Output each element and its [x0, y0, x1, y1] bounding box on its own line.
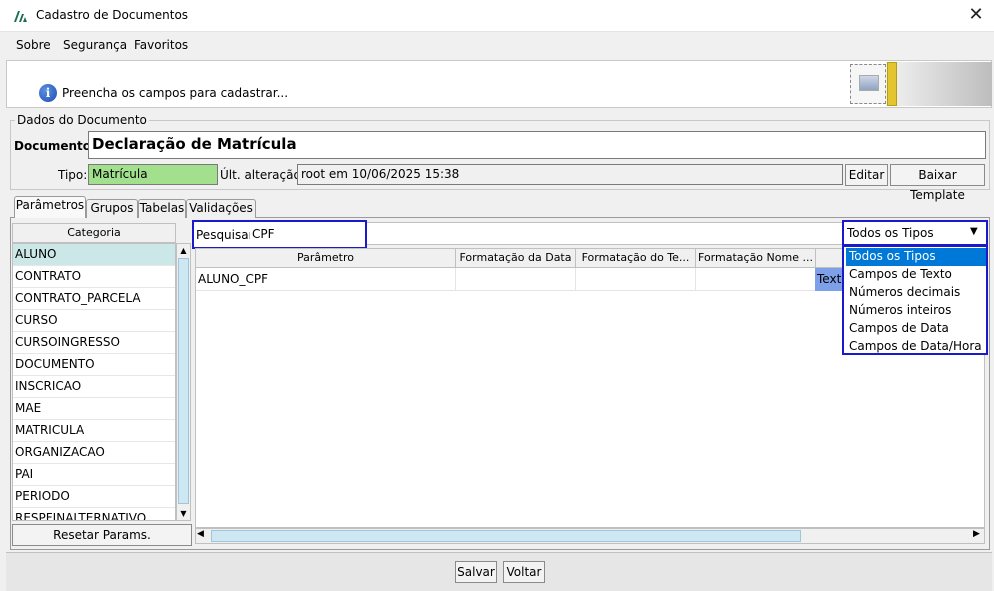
documento-name-field[interactable]: Declaração de Matrícula — [88, 131, 986, 159]
ultima-alteracao-label: Últ. alteração: — [220, 168, 305, 182]
cell-formatacao-nome[interactable] — [696, 268, 816, 291]
col-formatacao-nome[interactable]: Formatação Nome ... — [696, 249, 816, 268]
dropdown-arrow-icon[interactable]: ▼ — [970, 226, 978, 237]
documento-label: Documento: — [14, 139, 96, 153]
list-item[interactable]: PAI — [13, 464, 175, 486]
cell-formatacao-data[interactable] — [456, 268, 576, 291]
type-option[interactable]: Números inteiros — [846, 302, 986, 320]
list-item[interactable]: CONTRATO — [13, 266, 175, 288]
tab-validacoes[interactable]: Validações — [186, 199, 256, 218]
tab-grupos[interactable]: Grupos — [86, 199, 138, 218]
search-input[interactable] — [250, 224, 364, 244]
categoria-header[interactable]: Categoria — [12, 223, 176, 243]
col-formatacao-data[interactable]: Formatação da Data — [456, 249, 576, 268]
banner-message: Preencha os campos para cadastrar... — [62, 86, 289, 100]
list-item[interactable]: CURSO — [13, 310, 175, 332]
menu-seguranca[interactable]: Segurança — [63, 38, 127, 52]
type-filter-select[interactable]: Todos os Tipos — [842, 220, 988, 246]
window-title: Cadastro de Documentos — [36, 8, 189, 22]
list-item[interactable]: CONTRATO_PARCELA — [13, 288, 175, 310]
categoria-list[interactable]: ALUNO CONTRATO CONTRATO_PARCELA CURSO CU… — [12, 243, 176, 521]
search-bar-area — [367, 222, 843, 245]
close-icon[interactable]: ✕ — [962, 4, 990, 28]
categoria-scroll-thumb[interactable] — [178, 258, 189, 504]
resetar-params-button[interactable]: Resetar Params. — [12, 524, 192, 546]
ultima-alteracao-field: root em 10/06/2025 15:38 — [297, 164, 843, 185]
list-item[interactable]: RESPFINALTERNATIVO — [13, 508, 175, 520]
info-icon: i — [39, 84, 57, 102]
type-option[interactable]: Números decimais — [846, 284, 986, 302]
scroll-left-icon[interactable]: ◀ — [197, 529, 204, 539]
baixar-template-button[interactable]: Baixar Template — [890, 164, 985, 202]
status-bar-indicator — [887, 62, 897, 106]
type-option[interactable]: Campos de Texto — [846, 266, 986, 284]
scroll-right-icon[interactable]: ▶ — [973, 529, 980, 539]
type-option[interactable]: Campos de Data/Hora — [846, 338, 986, 356]
list-item[interactable]: DOCUMENTO — [13, 354, 175, 376]
grid-scroll-thumb[interactable] — [211, 530, 801, 542]
search-label: Pesquisar: — [196, 228, 258, 242]
list-item[interactable]: MATRICULA — [13, 420, 175, 442]
voltar-button[interactable]: Voltar — [503, 561, 545, 583]
salvar-button[interactable]: Salvar — [455, 561, 497, 583]
scroll-down-icon[interactable]: ▼ — [177, 507, 190, 520]
info-banner — [6, 60, 992, 108]
type-filter-options[interactable]: Todos os Tipos Campos de Texto Números d… — [842, 245, 988, 355]
tab-tabelas[interactable]: Tabelas — [138, 199, 186, 218]
banner-gradient — [886, 62, 992, 106]
editar-button[interactable]: Editar — [845, 164, 888, 186]
type-option[interactable]: Todos os Tipos — [846, 248, 986, 266]
type-option[interactable]: Campos de Data — [846, 320, 986, 338]
list-item[interactable]: INSCRICAO — [13, 376, 175, 398]
col-formatacao-texto[interactable]: Formatação do Te... — [576, 249, 696, 268]
scroll-up-icon[interactable]: ▲ — [177, 244, 190, 257]
list-item[interactable]: ALUNO — [13, 244, 175, 266]
cell-tipo[interactable]: Texto — [815, 268, 849, 291]
menu-favoritos[interactable]: Favoritos — [134, 38, 188, 52]
menu-sobre[interactable]: Sobre — [16, 38, 51, 52]
cell-formatacao-texto[interactable] — [576, 268, 696, 291]
dados-group-title: Dados do Documento — [15, 113, 149, 127]
col-parametro[interactable]: Parâmetro — [196, 249, 456, 268]
footer-bar — [6, 552, 992, 591]
image-thumbnail-icon — [859, 75, 879, 91]
list-item[interactable]: MAE — [13, 398, 175, 420]
list-item[interactable]: CURSOINGRESSO — [13, 332, 175, 354]
tipo-label: Tipo: — [58, 168, 88, 182]
tab-parametros[interactable]: Parâmetros — [14, 196, 86, 218]
app-logo-icon — [12, 8, 28, 24]
list-item[interactable]: PERIODO — [13, 486, 175, 508]
tipo-field[interactable]: Matrícula — [88, 164, 218, 185]
cell-parametro[interactable]: ALUNO_CPF — [196, 268, 456, 291]
list-item[interactable]: ORGANIZACAO — [13, 442, 175, 464]
